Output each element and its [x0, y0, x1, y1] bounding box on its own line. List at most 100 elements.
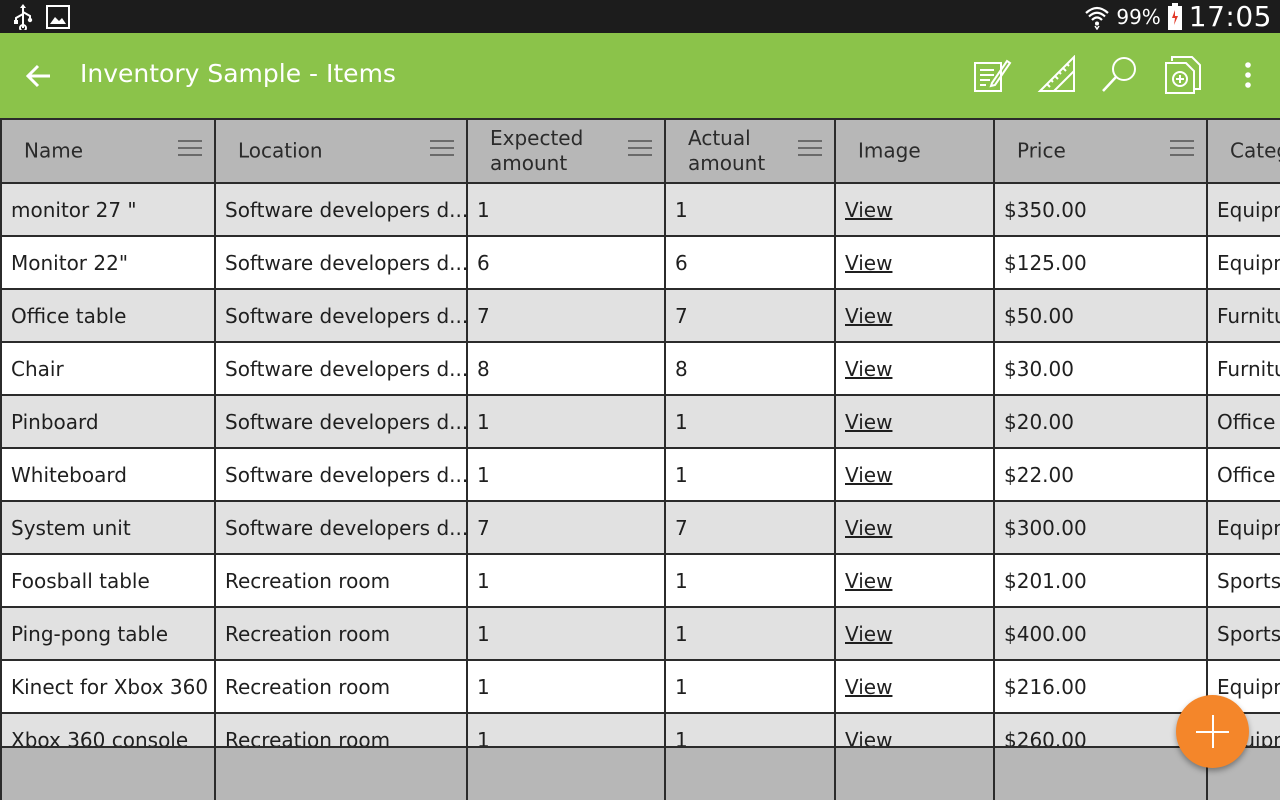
column-header-label: Name [24, 138, 84, 163]
cell-price: $50.00 [993, 288, 1208, 343]
cell-category: Office s [1206, 447, 1280, 502]
add-item-fab[interactable] [1176, 695, 1249, 768]
cell-actual: 6 [664, 235, 836, 290]
column-menu-icon[interactable] [798, 140, 822, 158]
cell-price: $350.00 [993, 182, 1208, 237]
cell-image[interactable]: View [834, 659, 995, 714]
table-row[interactable]: Office table Software developers d... 7 7 Vi… [0, 288, 1280, 343]
table-row[interactable]: Chair Software developers d... 8 8 View $30.0… [0, 341, 1280, 396]
cell-image[interactable]: View [834, 394, 995, 449]
column-menu-icon[interactable] [178, 140, 202, 158]
cell-name: Kinect for Xbox 360 [0, 659, 216, 714]
cell-actual: 1 [664, 553, 836, 608]
column-menu-icon[interactable] [1170, 140, 1194, 158]
cell-name: monitor 27 " [0, 182, 216, 237]
cell-actual: 1 [664, 606, 836, 661]
cell-actual: 8 [664, 341, 836, 396]
add-document-icon[interactable] [1164, 55, 1204, 95]
clock: 17:05 [1188, 0, 1272, 33]
table-row[interactable]: Monitor 22" Software developers d... 6 6 Vie… [0, 235, 1280, 290]
column-menu-icon[interactable] [628, 140, 652, 158]
cell-name: Foosball table [0, 553, 216, 608]
footer-cell [664, 746, 836, 800]
footer-cell [834, 746, 995, 800]
column-header-name[interactable]: Name [0, 118, 216, 184]
cell-price: $400.00 [993, 606, 1208, 661]
cell-name: Whiteboard [0, 447, 216, 502]
cell-category: Equipm [1206, 235, 1280, 290]
overflow-menu-icon[interactable] [1228, 55, 1268, 95]
column-header-line1: Expected [490, 126, 584, 150]
cell-actual: 1 [664, 659, 836, 714]
table-row[interactable]: Foosball table Recreation room 1 1 View $201.… [0, 553, 1280, 608]
cell-location: Recreation room [214, 553, 468, 608]
table-row[interactable]: Pinboard Software developers d... 1 1 View $2… [0, 394, 1280, 449]
column-header-label: Location [238, 138, 323, 163]
cell-expected: 8 [466, 341, 666, 396]
table-row[interactable]: Kinect for Xbox 360 Recreation room 1 1 View… [0, 659, 1280, 714]
table-row[interactable]: monitor 27 " Software developers d... 1 1 Vi… [0, 182, 1280, 237]
cell-expected: 6 [466, 235, 666, 290]
column-header-category[interactable]: Categ [1206, 118, 1280, 184]
app-bar: Inventory Sample - Items [0, 33, 1280, 118]
cell-category: Sports [1206, 553, 1280, 608]
cell-location: Recreation room [214, 606, 468, 661]
cell-category: Furnitu [1206, 341, 1280, 396]
cell-location: Software developers d... [214, 182, 468, 237]
table-row[interactable]: System unit Software developers d... 7 7 Vie… [0, 500, 1280, 555]
cell-location: Software developers d... [214, 341, 468, 396]
cell-actual: 7 [664, 288, 836, 343]
table-row[interactable]: Ping-pong table Recreation room 1 1 View $400… [0, 606, 1280, 661]
column-header-label: Image [858, 138, 921, 163]
search-icon[interactable] [1100, 55, 1140, 95]
cell-expected: 1 [466, 447, 666, 502]
column-header-actual-amount[interactable]: Actual amount [664, 118, 836, 184]
column-header-line2: amount [688, 151, 766, 175]
cell-image[interactable]: View [834, 553, 995, 608]
cell-image[interactable]: View [834, 288, 995, 343]
column-header-label: Actual amount [688, 126, 765, 176]
cell-actual: 7 [664, 500, 836, 555]
ruler-icon[interactable] [1037, 55, 1077, 95]
footer-cell [0, 746, 216, 800]
cell-image[interactable]: View [834, 235, 995, 290]
column-header-image[interactable]: Image [834, 118, 995, 184]
column-header-expected-amount[interactable]: Expected amount [466, 118, 666, 184]
cell-price: $201.00 [993, 553, 1208, 608]
battery-charging-icon [1167, 2, 1182, 30]
column-header-label: Expected amount [490, 126, 583, 176]
cell-image[interactable]: View [834, 341, 995, 396]
cell-expected: 1 [466, 553, 666, 608]
cell-expected: 1 [466, 659, 666, 714]
cell-category: Office s [1206, 394, 1280, 449]
cell-expected: 1 [466, 606, 666, 661]
cell-name: Chair [0, 341, 216, 396]
cell-category: Furnitu [1206, 288, 1280, 343]
cell-category: Equipm [1206, 500, 1280, 555]
column-header-line1: Actual [688, 126, 751, 150]
battery-percent: 99% [1116, 4, 1161, 29]
column-header-price[interactable]: Price [993, 118, 1208, 184]
cell-price: $20.00 [993, 394, 1208, 449]
cell-image[interactable]: View [834, 447, 995, 502]
cell-location: Software developers d... [214, 447, 468, 502]
table-row[interactable]: Whiteboard Software developers d... 1 1 View… [0, 447, 1280, 502]
column-header-label: Categ [1230, 138, 1280, 163]
column-menu-icon[interactable] [430, 140, 454, 158]
cell-actual: 1 [664, 394, 836, 449]
cell-price: $125.00 [993, 235, 1208, 290]
table-header-row: Name Location Expected amount Actual amoun… [0, 118, 1280, 184]
column-header-location[interactable]: Location [214, 118, 468, 184]
cell-image[interactable]: View [834, 500, 995, 555]
cell-image[interactable]: View [834, 182, 995, 237]
back-arrow-icon[interactable] [24, 61, 54, 91]
cell-price: $300.00 [993, 500, 1208, 555]
inventory-grid[interactable]: Name Location Expected amount Actual amoun… [0, 118, 1280, 800]
edit-icon[interactable] [972, 55, 1012, 95]
cell-name: System unit [0, 500, 216, 555]
cell-image[interactable]: View [834, 606, 995, 661]
column-header-line2: amount [490, 151, 568, 175]
cell-location: Software developers d... [214, 235, 468, 290]
cell-name: Office table [0, 288, 216, 343]
cell-category: Equipm [1206, 182, 1280, 237]
